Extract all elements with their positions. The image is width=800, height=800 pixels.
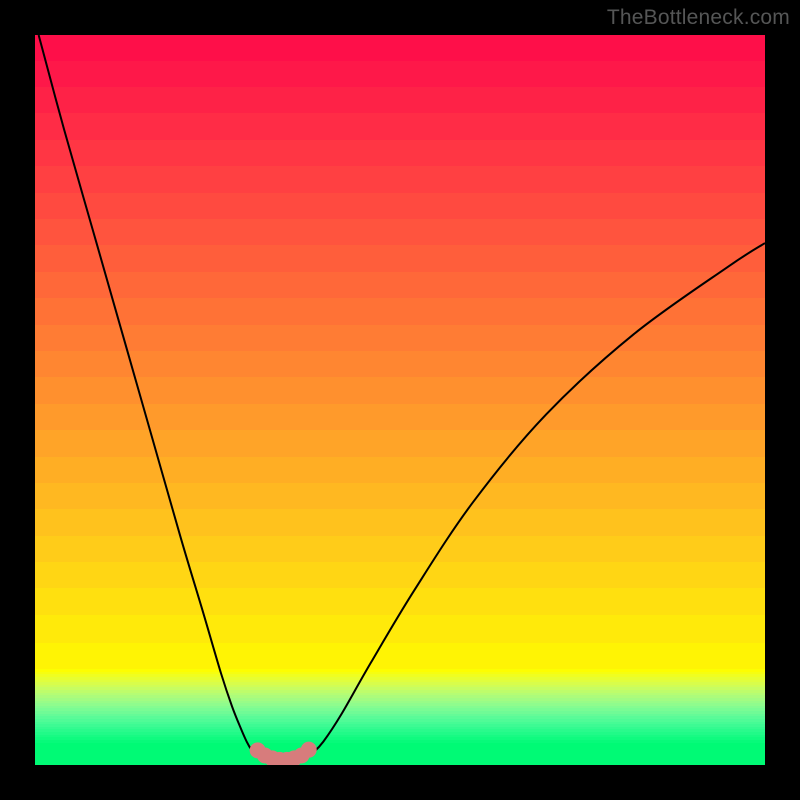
gradient-band: [35, 404, 765, 430]
gradient-band: [35, 219, 765, 245]
gradient-band: [35, 61, 765, 87]
gradient-band: [35, 588, 765, 614]
gradient-band: [35, 87, 765, 113]
gradient-band: [35, 35, 765, 61]
gradient-band: [35, 643, 765, 669]
gradient-band: [35, 166, 765, 192]
gradient-band: [35, 377, 765, 403]
gradient-band: [35, 562, 765, 588]
gradient-background: [35, 35, 765, 765]
gradient-band: [35, 351, 765, 377]
gradient-band: [35, 325, 765, 351]
gradient-band: [35, 509, 765, 535]
gradient-band: [35, 298, 765, 324]
chart-stage: TheBottleneck.com: [0, 0, 800, 800]
gradient-band: [35, 743, 765, 765]
gradient-band: [35, 193, 765, 219]
gradient-band: [35, 615, 765, 643]
gradient-band: [35, 245, 765, 271]
gradient-band: [35, 483, 765, 509]
watermark-text: TheBottleneck.com: [607, 6, 790, 30]
gradient-band: [35, 113, 765, 139]
gradient-band: [35, 457, 765, 483]
gradient-band: [35, 430, 765, 456]
gradient-band: [35, 272, 765, 298]
plot-area: [35, 35, 765, 765]
gradient-band: [35, 140, 765, 166]
gradient-band: [35, 536, 765, 562]
